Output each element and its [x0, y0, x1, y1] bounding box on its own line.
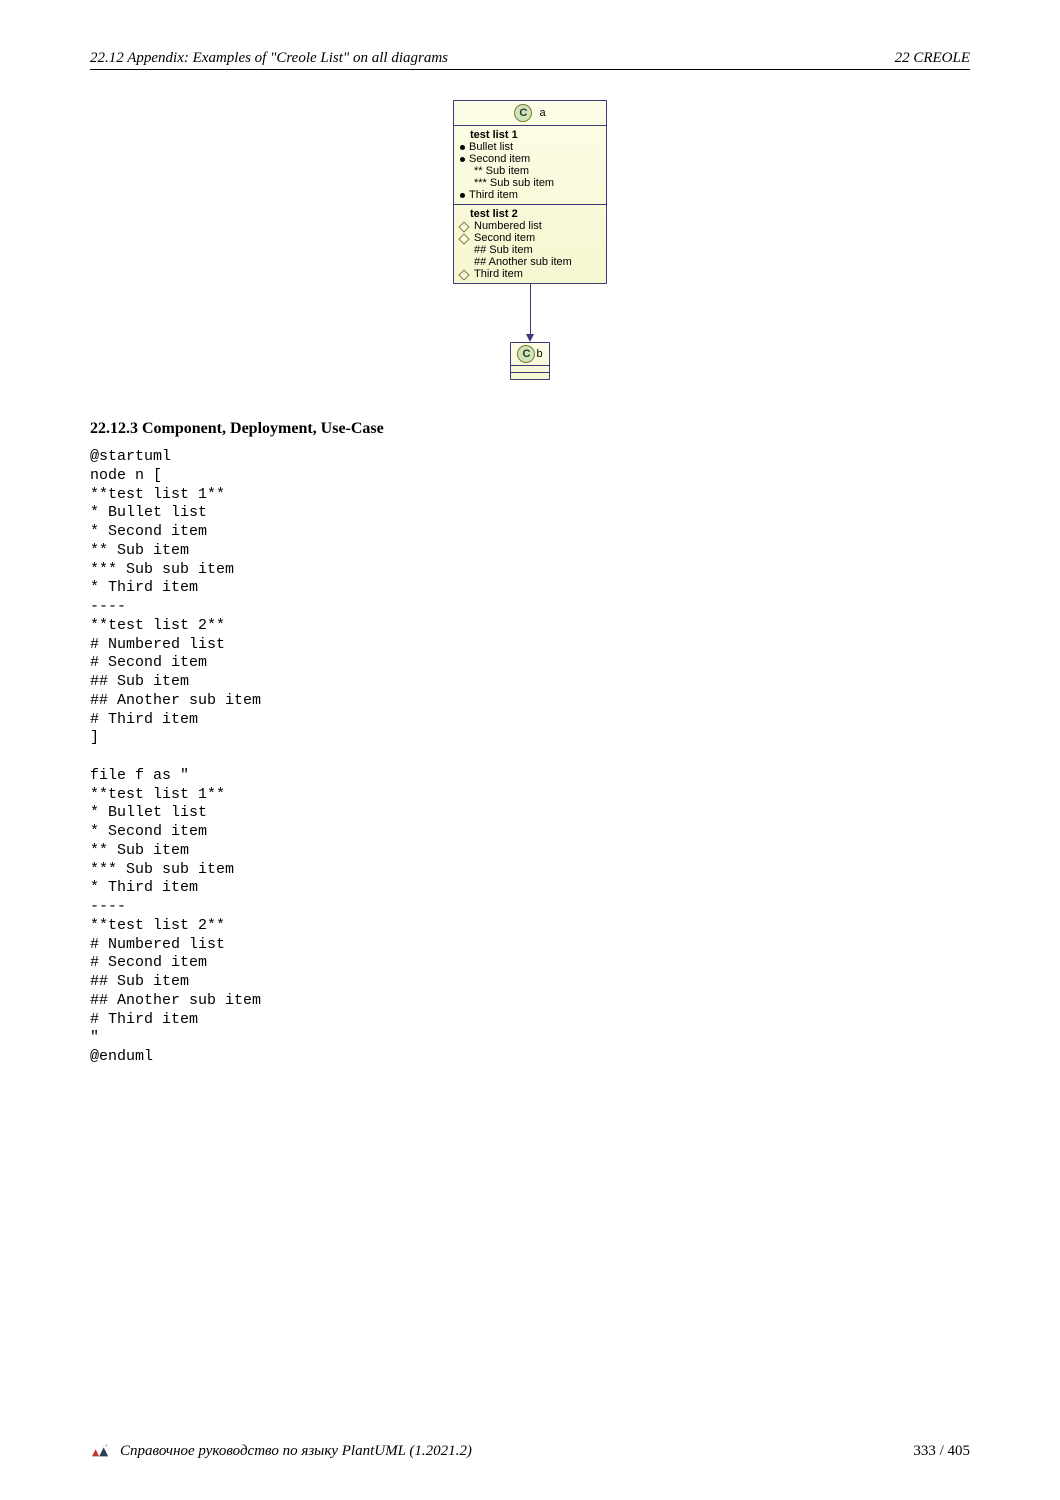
list1-title: test list 1: [470, 129, 600, 141]
page-footer: Справочное руководство по языку PlantUML…: [90, 1442, 970, 1460]
arrow-down-icon: [526, 334, 534, 342]
class-box-a: C a test list 1 Bullet list Second item …: [453, 100, 607, 284]
list-item: Third item: [474, 268, 523, 280]
connector-line: [530, 284, 531, 334]
bullet-icon: [460, 193, 465, 198]
list-item: Second item: [469, 153, 530, 165]
class-name: a: [539, 107, 545, 119]
class-name: b: [536, 348, 542, 360]
diamond-icon: [458, 233, 469, 244]
list-subitem: ** Sub item: [474, 165, 600, 177]
bullet-icon: [460, 157, 465, 162]
list-subitem: ## Another sub item: [474, 256, 600, 268]
header-section-title: 22.12 Appendix: Examples of "Creole List…: [90, 50, 448, 67]
list-item: Second item: [474, 232, 535, 244]
list2-title: test list 2: [470, 208, 600, 220]
uml-diagram: C a test list 1 Bullet list Second item …: [90, 100, 970, 380]
bullet-icon: [460, 145, 465, 150]
diamond-icon: [458, 269, 469, 280]
page-number: 333 / 405: [913, 1443, 970, 1460]
plantuml-logo-icon: [90, 1442, 112, 1460]
footer-text: Справочное руководство по языку PlantUML…: [120, 1443, 472, 1460]
list-item: Numbered list: [474, 220, 542, 232]
list-item: Third item: [469, 189, 518, 201]
list-item: Bullet list: [469, 141, 513, 153]
list-subitem: *** Sub sub item: [474, 177, 600, 189]
diamond-icon: [458, 221, 469, 232]
code-block: @startuml node n [ **test list 1** * Bul…: [90, 448, 970, 1067]
header-chapter: 22 CREOLE: [895, 50, 970, 67]
subsection-heading: 22.12.3 Component, Deployment, Use-Case: [90, 420, 970, 438]
list-subitem: ## Sub item: [474, 244, 600, 256]
class-icon: C: [514, 104, 532, 122]
class-box-b: Cb: [510, 342, 550, 380]
class-icon: C: [517, 345, 535, 363]
page-header: 22.12 Appendix: Examples of "Creole List…: [90, 50, 970, 70]
